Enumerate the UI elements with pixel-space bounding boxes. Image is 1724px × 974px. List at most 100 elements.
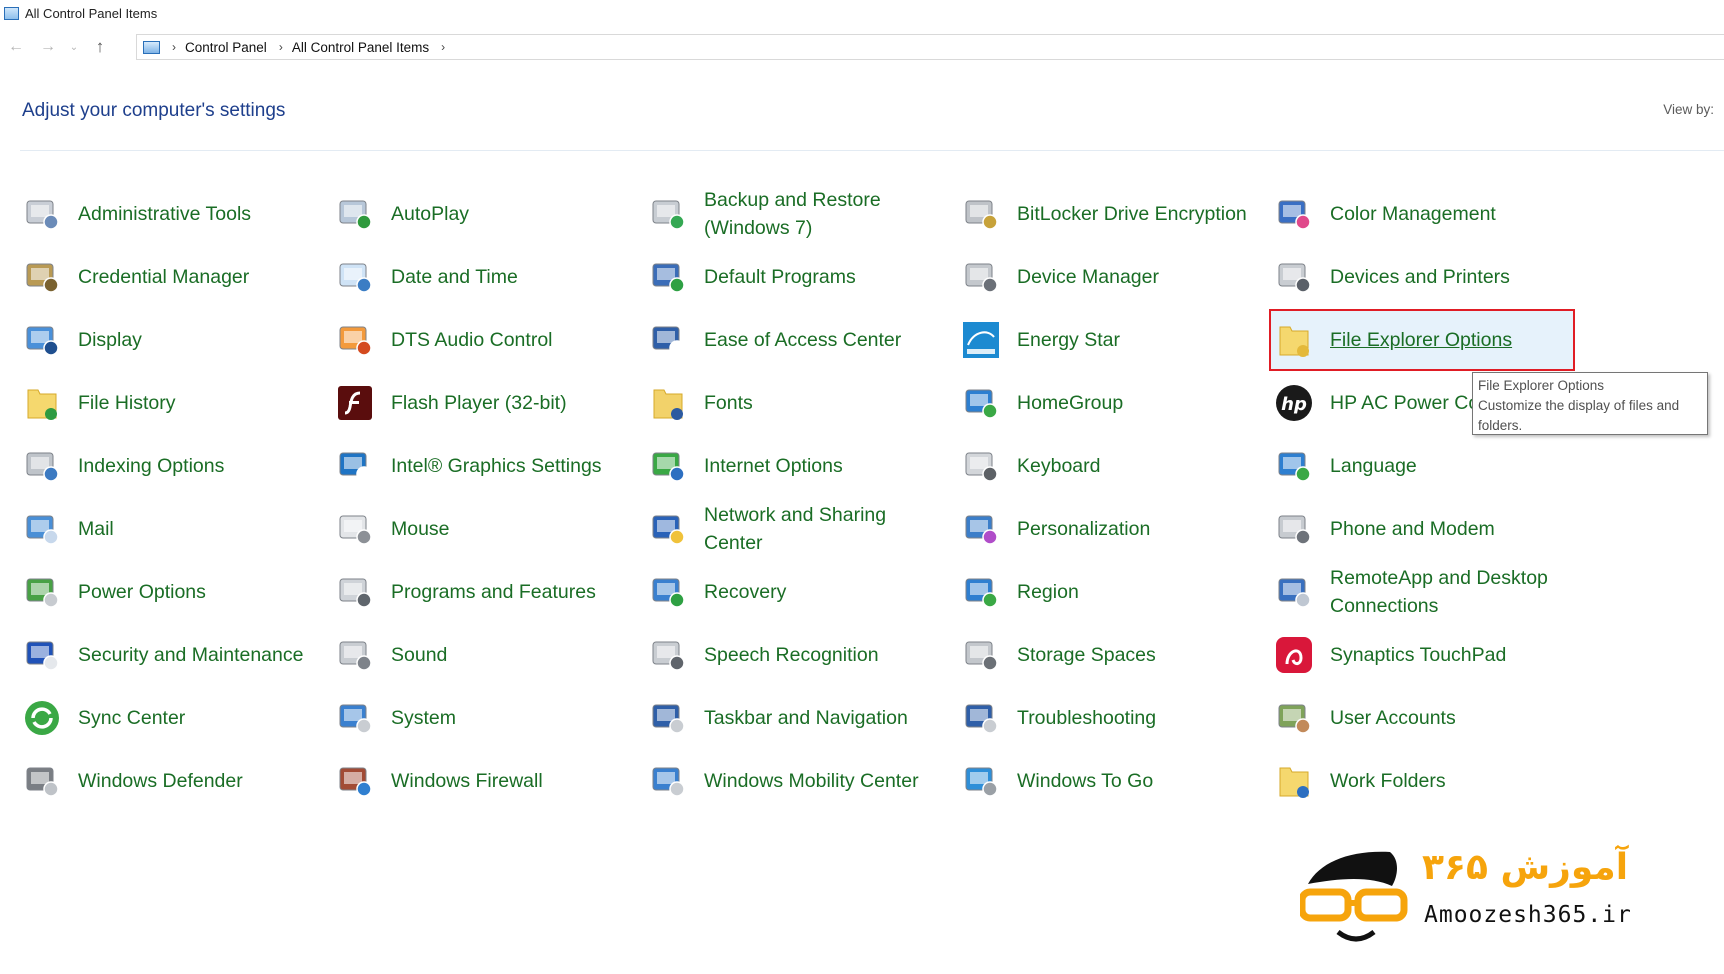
forward-arrow-icon[interactable]: → xyxy=(32,38,64,56)
cpl-item-region[interactable]: Region xyxy=(961,560,1274,623)
cpl-item-windows-mobility-center[interactable]: Windows Mobility Center xyxy=(648,749,961,812)
cpl-item-display[interactable]: Display xyxy=(22,308,335,371)
cpl-item-storage-spaces[interactable]: Storage Spaces xyxy=(961,623,1274,686)
cpl-item-label[interactable]: Speech Recognition xyxy=(704,641,879,669)
back-arrow-icon[interactable]: ← xyxy=(0,38,32,56)
cpl-item-label[interactable]: Internet Options xyxy=(704,452,843,480)
chevron-right-icon[interactable]: › xyxy=(279,40,283,54)
cpl-item-label[interactable]: Language xyxy=(1330,452,1417,480)
cpl-item-label[interactable]: Windows Defender xyxy=(78,767,243,795)
cpl-item-credential-manager[interactable]: Credential Manager xyxy=(22,245,335,308)
cpl-item-work-folders[interactable]: Work Folders xyxy=(1274,749,1634,812)
cpl-item-windows-defender[interactable]: Windows Defender xyxy=(22,749,335,812)
cpl-item-mail[interactable]: Mail xyxy=(22,497,335,560)
cpl-item-backup-and-restore-windows-7[interactable]: Backup and Restore (Windows 7) xyxy=(648,182,961,245)
cpl-item-speech-recognition[interactable]: Speech Recognition xyxy=(648,623,961,686)
cpl-item-system[interactable]: System xyxy=(335,686,648,749)
cpl-item-label[interactable]: AutoPlay xyxy=(391,200,469,228)
cpl-item-label[interactable]: Default Programs xyxy=(704,263,856,291)
breadcrumb-all-items[interactable]: All Control Panel Items xyxy=(292,40,429,55)
cpl-item-ease-of-access-center[interactable]: Ease of Access Center xyxy=(648,308,961,371)
cpl-item-label[interactable]: Devices and Printers xyxy=(1330,263,1510,291)
cpl-item-security-and-maintenance[interactable]: Security and Maintenance xyxy=(22,623,335,686)
cpl-item-label[interactable]: Device Manager xyxy=(1017,263,1159,291)
view-by-label[interactable]: View by: xyxy=(1663,102,1714,117)
cpl-item-label[interactable]: File Explorer Options xyxy=(1330,326,1512,354)
cpl-item-flash-player-32-bit[interactable]: Flash Player (32-bit) xyxy=(335,371,648,434)
cpl-item-label[interactable]: BitLocker Drive Encryption xyxy=(1017,200,1247,228)
cpl-item-file-explorer-options[interactable]: File Explorer Options xyxy=(1274,308,1634,371)
chevron-right-icon[interactable]: › xyxy=(441,40,445,54)
cpl-item-label[interactable]: Power Options xyxy=(78,578,206,606)
cpl-item-synaptics-touchpad[interactable]: Synaptics TouchPad xyxy=(1274,623,1634,686)
cpl-item-label[interactable]: Date and Time xyxy=(391,263,518,291)
cpl-item-sync-center[interactable]: Sync Center xyxy=(22,686,335,749)
cpl-item-troubleshooting[interactable]: Troubleshooting xyxy=(961,686,1274,749)
cpl-item-label[interactable]: DTS Audio Control xyxy=(391,326,553,354)
cpl-item-programs-and-features[interactable]: Programs and Features xyxy=(335,560,648,623)
cpl-item-label[interactable]: Region xyxy=(1017,578,1079,606)
cpl-item-label[interactable]: HomeGroup xyxy=(1017,389,1123,417)
cpl-item-language[interactable]: Language xyxy=(1274,434,1634,497)
cpl-item-label[interactable]: Windows Mobility Center xyxy=(704,767,919,795)
cpl-item-recovery[interactable]: Recovery xyxy=(648,560,961,623)
cpl-item-label[interactable]: Programs and Features xyxy=(391,578,596,606)
cpl-item-label[interactable]: System xyxy=(391,704,456,732)
cpl-item-file-history[interactable]: File History xyxy=(22,371,335,434)
cpl-item-devices-and-printers[interactable]: Devices and Printers xyxy=(1274,245,1634,308)
cpl-item-energy-star[interactable]: Energy Star xyxy=(961,308,1274,371)
cpl-item-label[interactable]: Security and Maintenance xyxy=(78,641,303,669)
cpl-item-intel-graphics-settings[interactable]: Intel® Graphics Settings xyxy=(335,434,648,497)
cpl-item-label[interactable]: Windows To Go xyxy=(1017,767,1153,795)
cpl-item-power-options[interactable]: Power Options xyxy=(22,560,335,623)
cpl-item-homegroup[interactable]: HomeGroup xyxy=(961,371,1274,434)
cpl-item-phone-and-modem[interactable]: Phone and Modem xyxy=(1274,497,1634,560)
recent-dropdown-icon[interactable]: ⌄ xyxy=(64,42,84,53)
cpl-item-label[interactable]: Storage Spaces xyxy=(1017,641,1156,669)
cpl-item-personalization[interactable]: Personalization xyxy=(961,497,1274,560)
cpl-item-label[interactable]: Administrative Tools xyxy=(78,200,251,228)
cpl-item-label[interactable]: Personalization xyxy=(1017,515,1150,543)
cpl-item-sound[interactable]: Sound xyxy=(335,623,648,686)
address-box[interactable]: › Control Panel › All Control Panel Item… xyxy=(136,34,1724,60)
cpl-item-windows-to-go[interactable]: Windows To Go xyxy=(961,749,1274,812)
cpl-item-user-accounts[interactable]: User Accounts xyxy=(1274,686,1634,749)
breadcrumb-control-panel[interactable]: Control Panel xyxy=(185,40,267,55)
cpl-item-label[interactable]: Recovery xyxy=(704,578,786,606)
cpl-item-administrative-tools[interactable]: Administrative Tools xyxy=(22,182,335,245)
cpl-item-keyboard[interactable]: Keyboard xyxy=(961,434,1274,497)
cpl-item-label[interactable]: Mouse xyxy=(391,515,450,543)
cpl-item-dts-audio-control[interactable]: DTS Audio Control xyxy=(335,308,648,371)
cpl-item-label[interactable]: Mail xyxy=(78,515,114,543)
cpl-item-color-management[interactable]: Color Management xyxy=(1274,182,1634,245)
cpl-item-label[interactable]: Troubleshooting xyxy=(1017,704,1156,732)
cpl-item-label[interactable]: Credential Manager xyxy=(78,263,249,291)
cpl-item-label[interactable]: User Accounts xyxy=(1330,704,1456,732)
cpl-item-device-manager[interactable]: Device Manager xyxy=(961,245,1274,308)
cpl-item-label[interactable]: Taskbar and Navigation xyxy=(704,704,908,732)
cpl-item-label[interactable]: Network and Sharing Center xyxy=(704,501,944,557)
cpl-item-windows-firewall[interactable]: Windows Firewall xyxy=(335,749,648,812)
cpl-item-bitlocker-drive-encryption[interactable]: BitLocker Drive Encryption xyxy=(961,182,1274,245)
cpl-item-label[interactable]: Backup and Restore (Windows 7) xyxy=(704,186,944,242)
chevron-right-icon[interactable]: › xyxy=(172,40,176,54)
cpl-item-label[interactable]: Synaptics TouchPad xyxy=(1330,641,1506,669)
cpl-item-date-and-time[interactable]: Date and Time xyxy=(335,245,648,308)
cpl-item-autoplay[interactable]: AutoPlay xyxy=(335,182,648,245)
cpl-item-mouse[interactable]: Mouse xyxy=(335,497,648,560)
cpl-item-taskbar-and-navigation[interactable]: Taskbar and Navigation xyxy=(648,686,961,749)
cpl-item-fonts[interactable]: Fonts xyxy=(648,371,961,434)
cpl-item-label[interactable]: Intel® Graphics Settings xyxy=(391,452,602,480)
cpl-item-label[interactable]: Display xyxy=(78,326,142,354)
cpl-item-label[interactable]: Fonts xyxy=(704,389,753,417)
cpl-item-remoteapp-and-desktop-connections[interactable]: RemoteApp and Desktop Connections xyxy=(1274,560,1634,623)
cpl-item-label[interactable]: Energy Star xyxy=(1017,326,1120,354)
cpl-item-network-and-sharing-center[interactable]: Network and Sharing Center xyxy=(648,497,961,560)
cpl-item-indexing-options[interactable]: Indexing Options xyxy=(22,434,335,497)
cpl-item-default-programs[interactable]: Default Programs xyxy=(648,245,961,308)
cpl-item-internet-options[interactable]: Internet Options xyxy=(648,434,961,497)
cpl-item-label[interactable]: Sync Center xyxy=(78,704,185,732)
up-arrow-icon[interactable]: ↑ xyxy=(84,37,116,57)
cpl-item-label[interactable]: Windows Firewall xyxy=(391,767,543,795)
cpl-item-label[interactable]: Phone and Modem xyxy=(1330,515,1495,543)
